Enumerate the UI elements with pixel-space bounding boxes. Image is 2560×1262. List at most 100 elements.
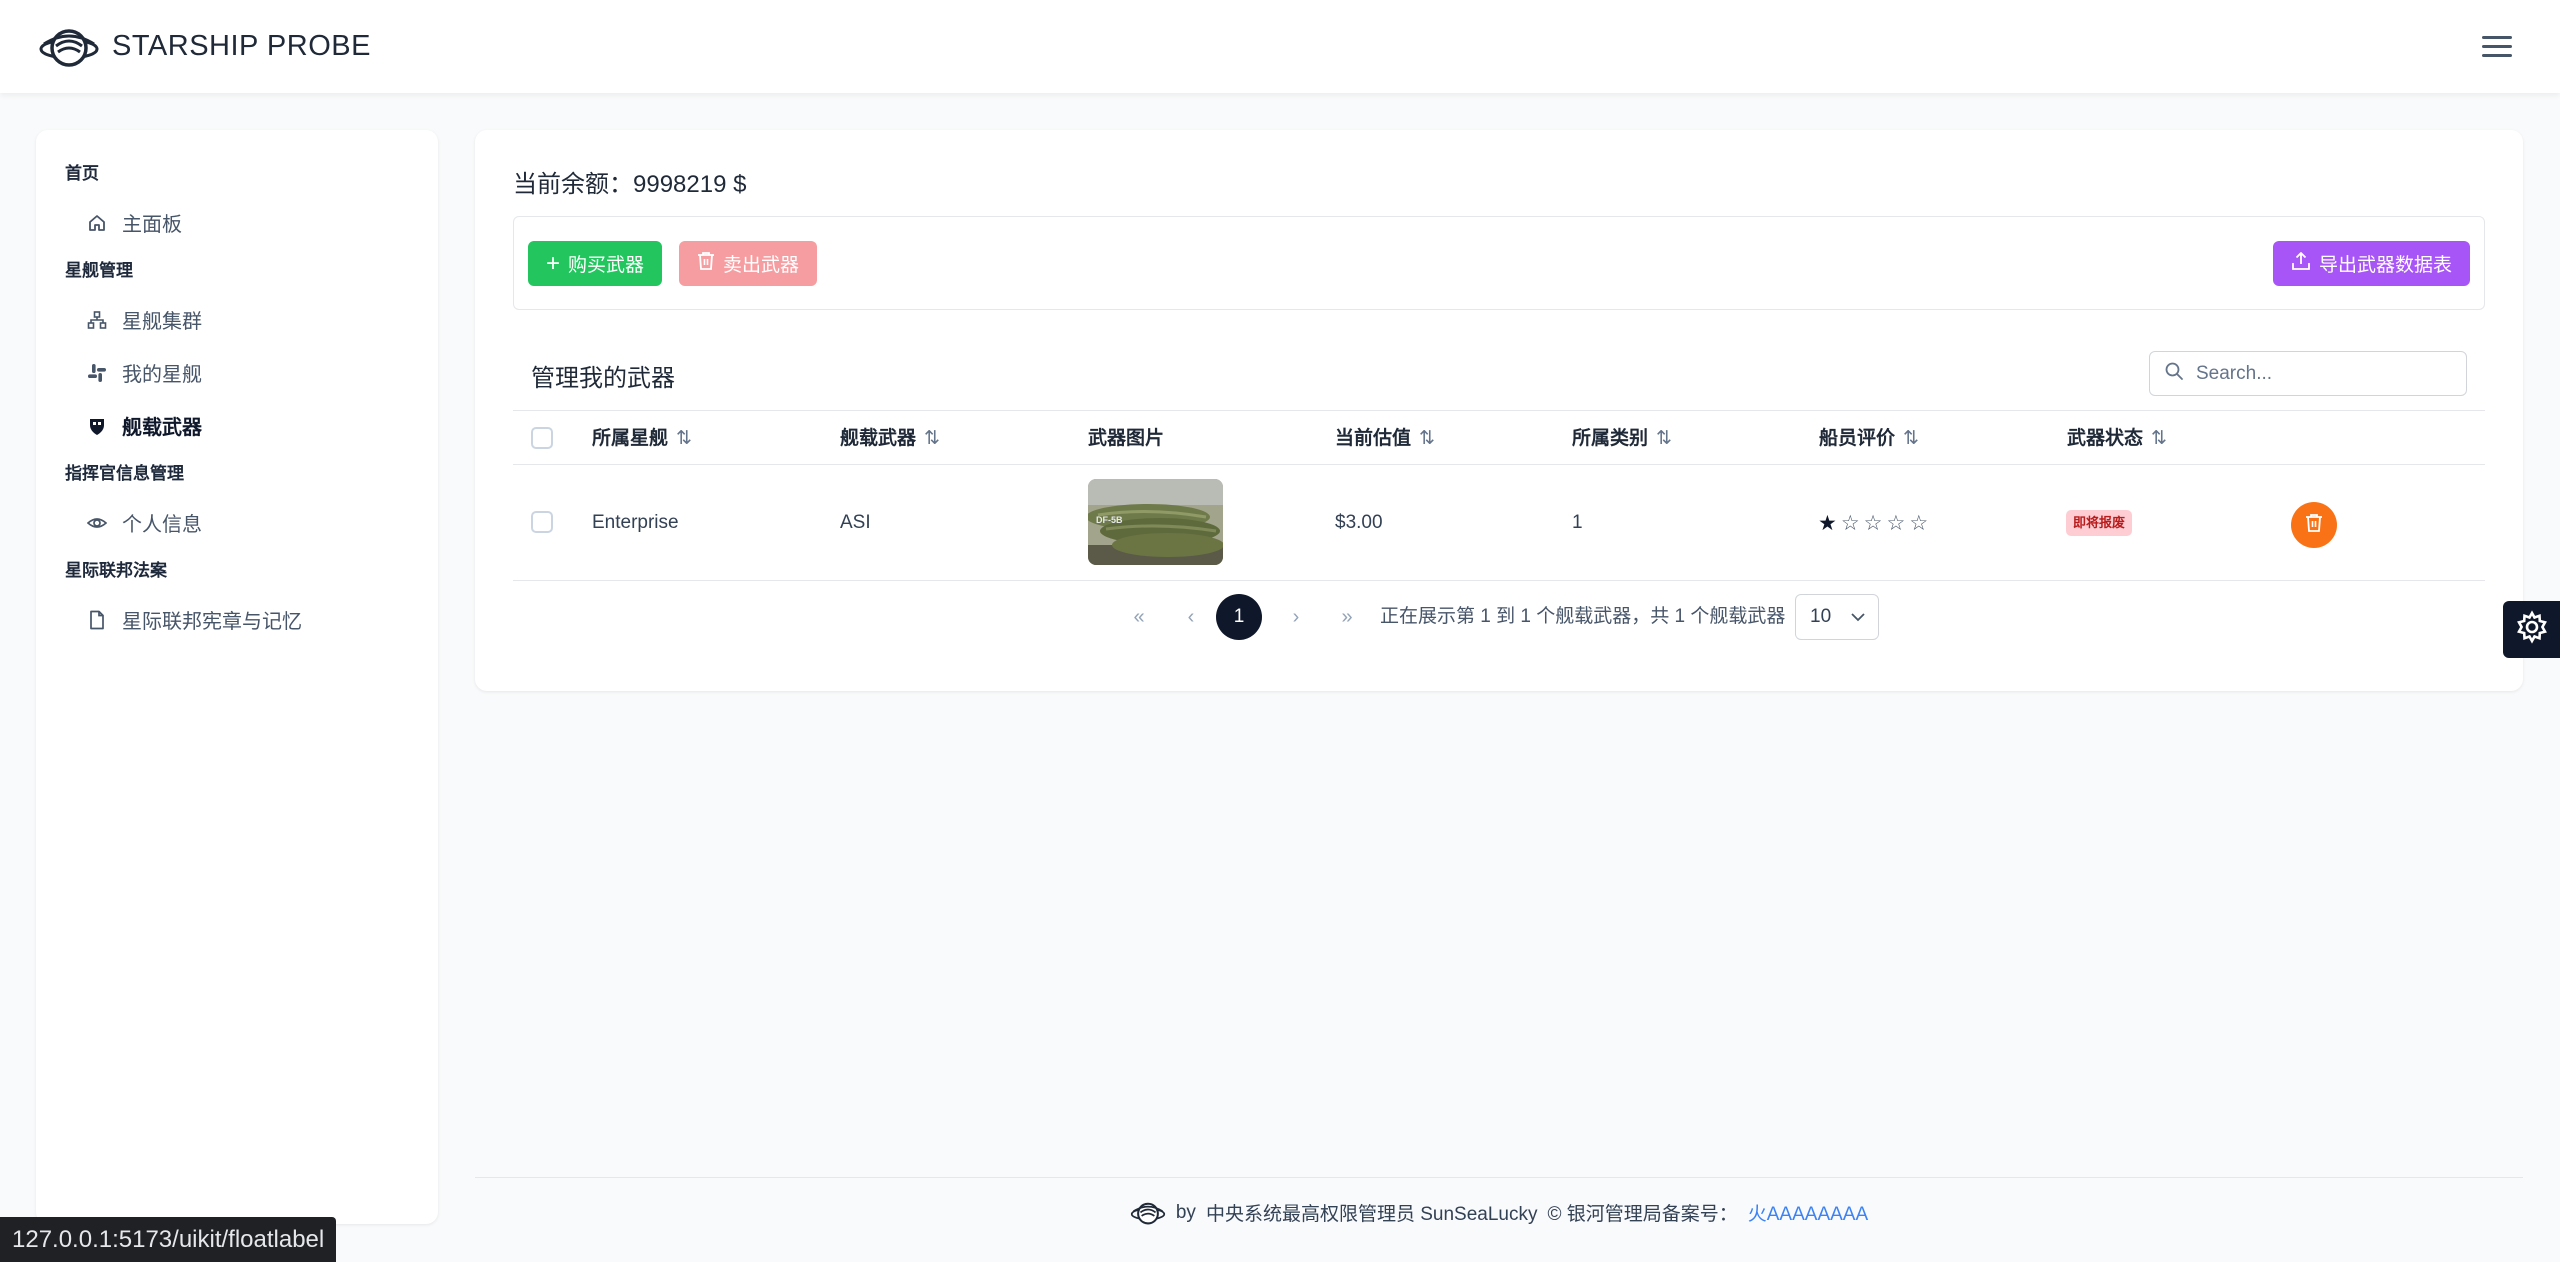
home-icon: [86, 212, 108, 234]
sell-weapon-button[interactable]: 卖出武器: [679, 241, 818, 286]
shield-icon: [86, 415, 108, 437]
sort-icon: ⇅: [1656, 428, 1672, 449]
search-input[interactable]: [2196, 362, 2436, 385]
hamburger-menu-icon[interactable]: [2482, 27, 2522, 67]
buy-weapon-label: 购买武器: [568, 255, 645, 276]
star-filled-icon[interactable]: ★: [1818, 511, 1837, 536]
column-label: 武器状态: [2067, 428, 2144, 449]
search-icon: [2164, 361, 2184, 386]
sell-weapon-label: 卖出武器: [723, 255, 800, 276]
table-header: 所属星舰 ⇅ 舰载武器 ⇅ 武器图片 当前估值 ⇅ 所属类别 ⇅ 船员评价 ⇅ …: [513, 410, 2485, 465]
column-label: 当前估值: [1335, 428, 1412, 449]
rating-stars[interactable]: ★ ☆ ☆ ☆ ☆: [1818, 465, 1928, 581]
footer-admin: 中央系统最高权限管理员 SunSeaLucky: [1205, 1204, 1538, 1225]
image-caption: DF-5B: [1096, 515, 1123, 525]
sidebar-item-label: 舰载武器: [122, 417, 202, 439]
trash-icon: [697, 251, 715, 277]
buy-weapon-button[interactable]: + 购买武器: [528, 241, 663, 286]
next-page-button[interactable]: ›: [1281, 592, 1311, 642]
footer-record-label: © 银河管理局备案号：: [1547, 1204, 1738, 1225]
sidebar-section-federation: 星际联邦法案: [65, 561, 167, 580]
starship-logo-icon: [39, 28, 99, 67]
sort-icon: ⇅: [1419, 428, 1435, 449]
sort-icon: ⇅: [2151, 428, 2167, 449]
star-empty-icon[interactable]: ☆: [1909, 511, 1928, 536]
page-1-button[interactable]: 1: [1216, 594, 1262, 640]
footer-record-link[interactable]: 火AAAAAAAA: [1748, 1199, 1868, 1226]
weapons-panel: 当前余额：9998219 $ + 购买武器 卖出武器 导出武器数据表 管理我的武…: [475, 130, 2523, 691]
cell-category: 1: [1572, 512, 1583, 533]
pagination-info: 正在展示第 1 到 1 个舰载武器，共 1 个舰载武器: [1380, 606, 1786, 627]
page-size-value: 10: [1810, 606, 1832, 627]
starship-logo-icon: [1130, 1202, 1165, 1224]
delete-row-button[interactable]: [2291, 502, 2337, 548]
column-header-image: 武器图片: [1088, 411, 1164, 466]
balance-text: 当前余额：9998219 $: [513, 171, 747, 198]
plus-icon: +: [546, 249, 561, 277]
pagination: « ‹ 1 › » 正在展示第 1 到 1 个舰载武器，共 1 个舰载武器 10: [475, 592, 2523, 642]
cell-weapon: ASI: [840, 512, 871, 533]
sidebar-section-home: 首页: [65, 164, 99, 183]
sidebar-item-dashboard[interactable]: 主面板: [36, 196, 438, 249]
upload-icon: [2291, 251, 2311, 277]
search-box: [2149, 351, 2467, 396]
table-title: 管理我的武器: [531, 365, 675, 392]
sidebar-item-label: 个人信息: [122, 514, 202, 536]
cell-ship: Enterprise: [592, 512, 679, 533]
column-label: 船员评价: [1819, 428, 1896, 449]
last-page-button[interactable]: »: [1332, 592, 1362, 642]
export-weapons-label: 导出武器数据表: [2318, 255, 2452, 276]
column-header-value[interactable]: 当前估值 ⇅: [1335, 411, 1435, 466]
star-empty-icon[interactable]: ☆: [1886, 511, 1905, 536]
first-page-button[interactable]: «: [1124, 592, 1154, 642]
cell-value: $3.00: [1335, 512, 1383, 533]
weapon-image: DF-5B: [1088, 479, 1223, 565]
footer-by: by: [1175, 1201, 1196, 1223]
file-icon: [86, 609, 108, 631]
sidebar-item-my-ships[interactable]: 我的星舰: [36, 346, 438, 399]
slack-icon: [86, 362, 108, 384]
column-header-category[interactable]: 所属类别 ⇅: [1572, 411, 1672, 466]
sidebar-section-commander: 指挥官信息管理: [65, 464, 184, 483]
prev-page-button[interactable]: ‹: [1176, 592, 1206, 642]
chevron-down-icon: [1850, 606, 1866, 628]
table-row[interactable]: Enterprise ASI DF-5B $3.00 1 ★ ☆ ☆ ☆ ☆ 即: [513, 465, 2485, 581]
sort-icon: ⇅: [924, 428, 940, 449]
footer: by 中央系统最高权限管理员 SunSeaLucky © 银河管理局备案号： 火…: [475, 1177, 2523, 1247]
sidebar-section-ship-management: 星舰管理: [65, 261, 133, 280]
column-header-ship[interactable]: 所属星舰 ⇅: [592, 411, 692, 466]
sidebar-item-profile[interactable]: 个人信息: [36, 496, 438, 549]
star-empty-icon[interactable]: ☆: [1841, 511, 1860, 536]
sidebar-item-label: 星际联邦宪章与记忆: [122, 611, 302, 633]
gear-icon: [2515, 610, 2549, 649]
sidebar-item-label: 我的星舰: [122, 364, 202, 386]
sidebar-item-fleet[interactable]: 星舰集群: [36, 293, 438, 346]
sort-icon: ⇅: [676, 428, 692, 449]
select-all-checkbox[interactable]: [531, 427, 553, 449]
page-size-select[interactable]: 10: [1795, 594, 1879, 640]
toolbar: + 购买武器 卖出武器 导出武器数据表: [513, 216, 2485, 310]
export-weapons-button[interactable]: 导出武器数据表: [2272, 241, 2470, 286]
row-checkbox[interactable]: [531, 511, 553, 533]
top-bar: STARSHIP PROBE: [0, 0, 2560, 93]
column-header-weapon[interactable]: 舰载武器 ⇅: [840, 411, 940, 466]
column-header-status[interactable]: 武器状态 ⇅: [2067, 411, 2167, 466]
sidebar-item-label: 星舰集群: [122, 311, 202, 333]
sidebar-item-weapons[interactable]: 舰载武器: [36, 399, 438, 452]
column-label: 舰载武器: [840, 428, 917, 449]
eye-icon: [86, 512, 108, 534]
brand[interactable]: STARSHIP PROBE: [38, 22, 371, 72]
column-label: 所属星舰: [592, 428, 669, 449]
status-url: 127.0.0.1:5173/uikit/floatlabel: [0, 1217, 337, 1262]
trash-icon: [2305, 513, 2323, 538]
sidebar: 首页 主面板 星舰管理 星舰集群 我的星舰 舰载武器 指挥官信息管理 个人信息 …: [36, 130, 438, 1224]
sort-icon: ⇅: [1903, 428, 1919, 449]
star-empty-icon[interactable]: ☆: [1864, 511, 1883, 536]
column-label: 所属类别: [1572, 428, 1649, 449]
sidebar-item-label: 主面板: [122, 214, 182, 236]
sidebar-item-charter[interactable]: 星际联邦宪章与记忆: [36, 593, 438, 646]
status-badge: 即将报废: [2066, 510, 2133, 536]
settings-button[interactable]: [2503, 601, 2560, 658]
column-header-rating[interactable]: 船员评价 ⇅: [1819, 411, 1919, 466]
sitemap-icon: [86, 309, 108, 331]
